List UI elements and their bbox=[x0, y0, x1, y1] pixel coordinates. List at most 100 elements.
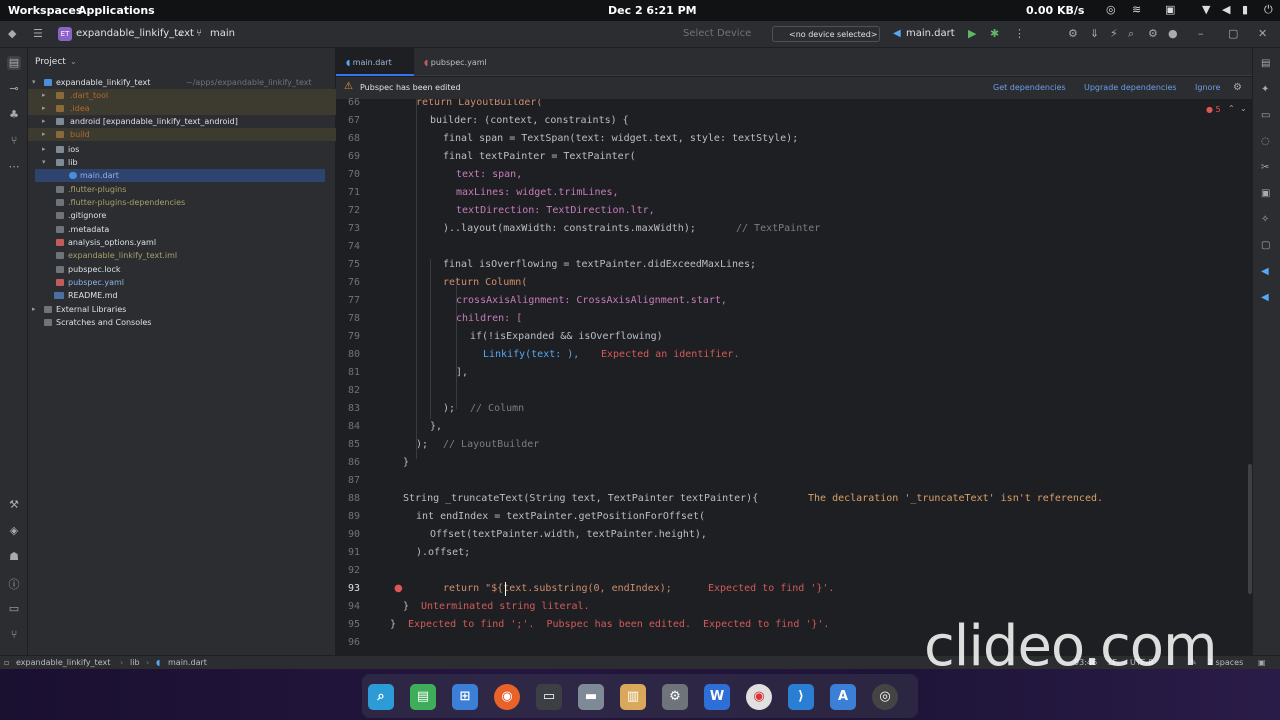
clock[interactable]: Dec 2 6:21 PM bbox=[608, 4, 697, 17]
tree-item-selected[interactable]: main.dart bbox=[35, 169, 325, 182]
app-tray-icon[interactable]: ≋ bbox=[1132, 3, 1141, 16]
tree-item[interactable]: .flutter-plugins-dependencies bbox=[28, 196, 336, 209]
upgrade-dependencies-link[interactable]: Upgrade dependencies bbox=[1084, 83, 1177, 92]
account-icon[interactable]: ● bbox=[1168, 27, 1178, 40]
applications-menu[interactable]: Applications bbox=[78, 4, 155, 17]
pull-requests-icon[interactable]: ⑂ bbox=[7, 134, 21, 148]
search-icon[interactable]: ⌕ bbox=[1128, 27, 1134, 41]
problems-icon[interactable]: ⓘ bbox=[7, 576, 21, 591]
firefox-icon[interactable]: ◉ bbox=[494, 684, 520, 710]
maximize-icon[interactable]: ▢ bbox=[1228, 27, 1238, 40]
run-config-selector[interactable]: main.dart bbox=[906, 28, 955, 39]
tools-icon[interactable]: ✂ bbox=[1261, 162, 1269, 173]
app-grid-icon[interactable]: ⊞ bbox=[452, 684, 478, 710]
tree-item[interactable]: ▾ lib bbox=[28, 156, 336, 169]
tree-item[interactable]: .gitignore bbox=[28, 209, 336, 222]
chevron-down-icon[interactable]: ⌄ bbox=[70, 57, 77, 66]
breadcrumb-lib[interactable]: lib bbox=[130, 658, 140, 667]
tab-pubspec-yaml[interactable]: ◖ pubspec.yaml bbox=[414, 48, 506, 76]
tree-item[interactable]: ▸ .idea bbox=[28, 102, 336, 115]
resource-manager-icon[interactable]: ♣ bbox=[7, 108, 21, 122]
flutter-devtools-icon[interactable]: ◀ bbox=[1261, 292, 1269, 303]
tree-item[interactable]: ▸ build bbox=[28, 128, 336, 141]
settings-icon[interactable]: ⚙ bbox=[1233, 82, 1242, 93]
tree-item[interactable]: .flutter-plugins bbox=[28, 183, 336, 196]
tree-item[interactable]: .metadata bbox=[28, 223, 336, 236]
logcat-icon[interactable]: ☗ bbox=[7, 550, 21, 564]
project-tool-icon[interactable]: ▤ bbox=[7, 56, 21, 70]
memory-indicator-icon[interactable]: ▣ bbox=[1258, 658, 1266, 667]
expand-arrow-icon[interactable]: ▾ bbox=[32, 76, 42, 89]
android-studio-icon[interactable]: A bbox=[830, 684, 856, 710]
terminal-app-icon[interactable]: ▭ bbox=[536, 684, 562, 710]
tree-item[interactable]: expandable_linkify_text.iml bbox=[28, 249, 336, 262]
archive-app-icon[interactable]: ▥ bbox=[620, 684, 646, 710]
flutter-outline-icon[interactable]: ◀ bbox=[1261, 266, 1269, 277]
tree-item[interactable]: ▸ .dart_tool bbox=[28, 89, 336, 102]
layout-inspector-icon[interactable]: ▣ bbox=[1261, 188, 1270, 199]
close-icon[interactable]: ✕ bbox=[1258, 27, 1267, 40]
battery-icon[interactable]: ▮ bbox=[1242, 3, 1248, 16]
notifications-icon[interactable]: ▤ bbox=[1261, 58, 1270, 69]
build-variants-icon[interactable]: ⚒ bbox=[7, 498, 21, 512]
tree-item[interactable]: Scratches and Consoles bbox=[28, 316, 336, 329]
right-tool-strip: ▤ ✦ ▭ ◌ ✂ ▣ ✧ ▢ ◀ ◀ bbox=[1252, 48, 1280, 655]
running-devices-icon[interactable]: ▢ bbox=[1261, 240, 1270, 251]
commit-icon[interactable]: ⊸ bbox=[7, 82, 21, 96]
flutter-performance-icon[interactable]: ✧ bbox=[1261, 214, 1269, 225]
gemini-icon[interactable]: ✦ bbox=[1261, 84, 1269, 95]
text-editor-app-icon[interactable]: ▤ bbox=[410, 684, 436, 710]
app-logo-icon[interactable]: ◆ bbox=[8, 27, 16, 40]
select-device-dropdown[interactable]: Select Device bbox=[683, 28, 751, 39]
tree-item[interactable]: ▸ ios bbox=[28, 143, 336, 156]
device-selector[interactable]: <no device selected> bbox=[772, 26, 880, 42]
settings-icon[interactable]: ⚙ bbox=[1148, 27, 1158, 40]
tree-item[interactable]: README.md bbox=[28, 289, 336, 302]
device-manager-icon[interactable]: ⚙ bbox=[1068, 27, 1078, 40]
display-icon[interactable]: ▣ bbox=[1165, 3, 1175, 16]
tree-item[interactable]: ▸ External Libraries bbox=[28, 303, 336, 316]
project-pane-title[interactable]: Project bbox=[35, 57, 66, 67]
search-app-icon[interactable]: ⌕ bbox=[368, 684, 394, 710]
minimize-icon[interactable]: – bbox=[1198, 27, 1204, 40]
terminal-icon[interactable]: ▭ bbox=[7, 602, 21, 616]
volume-icon[interactable]: ◀ bbox=[1222, 3, 1230, 16]
ignore-link[interactable]: Ignore bbox=[1195, 83, 1220, 92]
files-app-icon[interactable]: ▬ bbox=[578, 684, 604, 710]
chevron-down-icon[interactable]: ⌄ bbox=[176, 28, 184, 39]
sync-icon[interactable]: ⚡ bbox=[1110, 27, 1118, 40]
tree-root[interactable]: ▾ expandable_linkify_text ~/apps/expanda… bbox=[28, 76, 336, 89]
obs-icon[interactable]: ◎ bbox=[872, 684, 898, 710]
branch-selector[interactable]: main bbox=[210, 28, 235, 39]
chrome-icon[interactable]: ◉ bbox=[746, 684, 772, 710]
get-dependencies-link[interactable]: Get dependencies bbox=[993, 83, 1066, 92]
tab-main-dart[interactable]: ◖ main.dart bbox=[336, 48, 414, 76]
sdk-manager-icon[interactable]: ⇓ bbox=[1090, 27, 1099, 40]
tree-item[interactable]: pubspec.lock bbox=[28, 263, 336, 276]
code-content[interactable]: return LayoutBuilder( builder: (context,… bbox=[390, 99, 1250, 655]
writer-app-icon[interactable]: W bbox=[704, 684, 730, 710]
workspaces-menu[interactable]: Workspaces bbox=[8, 4, 82, 17]
tree-item[interactable]: ▸ android [expandable_linkify_text_androi… bbox=[28, 115, 336, 128]
run-icon[interactable]: ▶ bbox=[968, 27, 976, 40]
tree-item[interactable]: analysis_options.yaml bbox=[28, 236, 336, 249]
tree-item[interactable]: pubspec.yaml bbox=[28, 276, 336, 289]
power-icon[interactable]: ⏻ bbox=[1264, 3, 1273, 17]
wifi-icon[interactable]: ▼ bbox=[1202, 3, 1210, 16]
more-actions-icon[interactable]: ⋮ bbox=[1014, 27, 1025, 40]
comments-icon[interactable]: ◌ bbox=[1261, 136, 1270, 147]
error-count-badge[interactable]: ● 5 bbox=[1206, 105, 1221, 114]
chevron-down-icon[interactable]: ⌄ bbox=[1240, 104, 1247, 113]
settings-app-icon[interactable]: ⚙ bbox=[662, 684, 688, 710]
breadcrumb-file[interactable]: main.dart bbox=[168, 658, 207, 667]
flutter-inspector-icon[interactable]: ◈ bbox=[7, 524, 21, 538]
main-menu-icon[interactable]: ☰ bbox=[33, 27, 43, 40]
debug-icon[interactable]: ✱ bbox=[990, 27, 999, 40]
git-icon[interactable]: ⑂ bbox=[7, 628, 21, 642]
more-tools-icon[interactable]: ⋯ bbox=[7, 160, 21, 174]
device-mirroring-icon[interactable]: ▭ bbox=[1261, 110, 1270, 121]
vscode-icon[interactable]: ⟩ bbox=[788, 684, 814, 710]
vpn-icon[interactable]: ◎ bbox=[1106, 3, 1116, 16]
breadcrumb-project[interactable]: expandable_linkify_text bbox=[16, 658, 110, 667]
chevron-up-icon[interactable]: ⌃ bbox=[1228, 104, 1235, 113]
